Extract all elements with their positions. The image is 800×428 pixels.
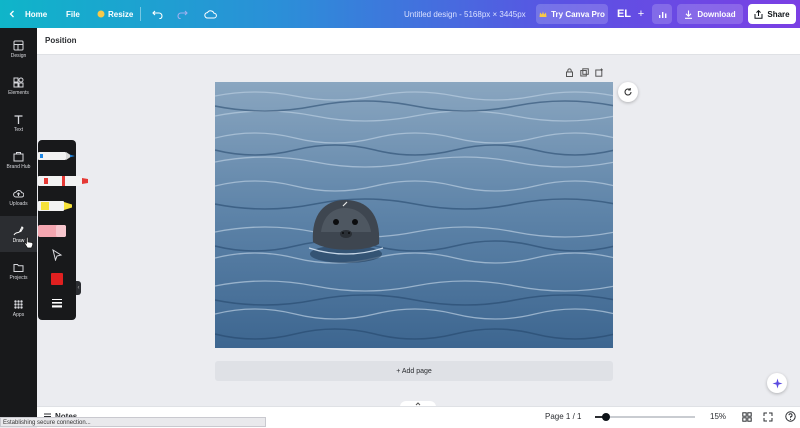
browser-status-bar: Establishing secure connection... — [0, 417, 266, 427]
marker-tool[interactable] — [38, 173, 94, 189]
sidebar-item-label: Projects — [9, 274, 28, 281]
share-icon — [754, 9, 763, 19]
sidebar-item-label: Draw — [12, 237, 25, 244]
home-button[interactable]: Home — [8, 0, 47, 28]
seal-photo[interactable] — [215, 82, 613, 348]
highlighter-tool[interactable] — [38, 198, 76, 214]
share-button[interactable]: Share — [748, 4, 796, 24]
download-button[interactable]: Download — [677, 4, 743, 24]
sparkle-icon — [772, 378, 782, 388]
refresh-button[interactable] — [618, 82, 638, 102]
cursor-select-icon[interactable] — [51, 249, 63, 261]
file-label: File — [66, 9, 80, 19]
duplicate-icon[interactable] — [580, 68, 589, 77]
sidebar-item-label: Text — [13, 126, 24, 133]
add-page-button[interactable]: + Add page — [215, 361, 613, 381]
page-indicator[interactable]: Page 1 / 1 — [545, 412, 581, 421]
sidebar-item-brand-hub[interactable]: Brand Hub — [0, 142, 37, 178]
sidebar-item-label: Apps — [12, 311, 25, 318]
bar-chart-icon — [658, 11, 666, 18]
chevron-left-icon — [9, 10, 14, 18]
sidebar-item-label: Brand Hub — [6, 163, 31, 170]
sidebar-item-elements[interactable]: Elements — [0, 68, 37, 104]
undo-icon — [152, 10, 163, 19]
crown-icon — [539, 11, 547, 17]
upload-cloud-icon — [13, 189, 24, 197]
crown-icon — [97, 10, 105, 18]
sidebar-item-design[interactable]: Design — [0, 31, 37, 67]
zoom-level[interactable]: 15% — [710, 412, 726, 421]
stroke-weight-icon[interactable] — [51, 297, 63, 309]
sidebar-item-label: Elements — [8, 89, 29, 96]
user-avatar[interactable]: EL — [614, 4, 634, 24]
sidebar-item-uploads[interactable]: Uploads — [0, 179, 37, 215]
chevron-left-icon: ‹ — [77, 285, 80, 291]
refresh-icon — [624, 88, 632, 96]
help-icon[interactable] — [785, 411, 796, 422]
try-pro-label: Try Canva Pro — [551, 9, 605, 19]
design-title-label: Untitled design - 5168px × 3445px — [404, 9, 526, 19]
layout-icon — [13, 40, 24, 50]
try-pro-button[interactable]: Try Canva Pro — [536, 4, 608, 24]
sidebar-item-label: Uploads — [9, 200, 28, 207]
topbar-divider — [140, 7, 141, 21]
shapes-icon — [13, 77, 24, 87]
redo-icon — [177, 10, 188, 19]
page-tools — [565, 68, 604, 77]
share-label: Share — [767, 9, 790, 19]
redo-button[interactable] — [177, 0, 188, 28]
sidebar-item-apps[interactable]: Apps — [0, 290, 37, 326]
brand-icon — [13, 151, 24, 161]
magic-assistant-button[interactable] — [767, 373, 787, 393]
context-toolbar: Position — [37, 28, 800, 55]
undo-button[interactable] — [152, 0, 163, 28]
grid-icon — [14, 299, 23, 309]
draw-icon — [13, 225, 24, 235]
collapse-panel-button[interactable]: ‹ — [76, 281, 81, 295]
plus-icon: + — [637, 8, 645, 20]
analytics-button[interactable] — [652, 4, 672, 24]
lock-icon[interactable] — [565, 68, 574, 77]
design-title[interactable]: Untitled design - 5168px × 3445px — [404, 0, 526, 28]
top-bar: Home File Resize Untitled design - 5168p… — [0, 0, 800, 28]
sidebar-item-label: Design — [10, 52, 27, 59]
sidebar: Design Elements Text Brand Hub Uploads D… — [0, 28, 37, 427]
eraser-tool[interactable] — [38, 223, 76, 239]
cloud-save-button[interactable] — [204, 0, 217, 28]
text-icon — [14, 114, 23, 124]
color-swatch[interactable] — [51, 273, 63, 285]
add-page-label: + Add page — [396, 367, 432, 375]
zoom-slider-thumb[interactable] — [602, 413, 610, 421]
position-button[interactable]: Position — [45, 36, 77, 45]
folder-icon — [13, 263, 24, 272]
resize-button[interactable]: Resize — [97, 0, 133, 28]
status-text: Establishing secure connection... — [3, 420, 91, 426]
draw-tools-panel — [38, 140, 88, 320]
add-page-icon[interactable] — [595, 68, 604, 77]
sidebar-item-text[interactable]: Text — [0, 105, 37, 141]
hand-cursor-icon — [24, 236, 34, 249]
grid-view-icon[interactable] — [742, 412, 752, 422]
fullscreen-icon[interactable] — [763, 412, 773, 422]
file-menu[interactable]: File — [66, 0, 80, 28]
sidebar-item-projects[interactable]: Projects — [0, 253, 37, 289]
add-collaborator-button[interactable]: + — [634, 4, 648, 24]
zoom-slider[interactable] — [595, 413, 695, 421]
download-label: Download — [697, 9, 736, 19]
cloud-icon — [204, 10, 217, 19]
download-icon — [685, 10, 693, 19]
resize-label: Resize — [108, 9, 134, 19]
home-label: Home — [25, 9, 48, 19]
pen-tool[interactable] — [38, 148, 76, 164]
avatar-initials: EL — [616, 8, 632, 20]
